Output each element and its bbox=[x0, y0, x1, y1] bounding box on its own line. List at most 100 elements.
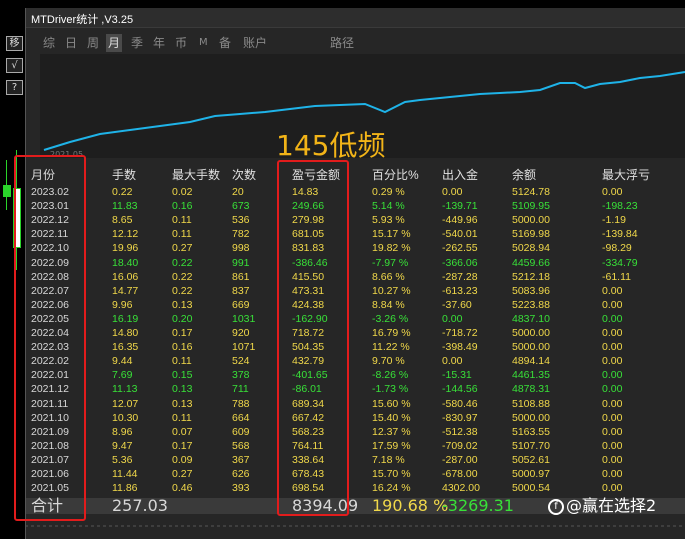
cell-float: 0.00 bbox=[602, 439, 623, 452]
table-row[interactable]: 2021.07 5.36 0.09 367 338.64 7.18 % -287.00 505… bbox=[26, 453, 685, 467]
cell-float: 0.00 bbox=[602, 397, 623, 410]
table-row[interactable]: 2021.09 8.96 0.07 609 568.23 12.37 % -512.38 51… bbox=[26, 425, 685, 439]
cell-flow: -718.72 bbox=[442, 327, 478, 339]
cell-pct: -3.26 % bbox=[372, 312, 409, 325]
window-title: MTDriver统计 ,V3.25 bbox=[31, 14, 134, 26]
cell-max: 0.16 bbox=[172, 341, 193, 354]
cell-pct: 8.84 % bbox=[372, 298, 405, 311]
tab-m[interactable]: M bbox=[197, 34, 210, 52]
cell-cnt: 626 bbox=[232, 468, 250, 480]
cell-cnt: 568 bbox=[232, 439, 250, 452]
table-row[interactable]: 2022.10 19.96 0.27 998 831.83 19.82 % -262.55 5… bbox=[26, 241, 685, 255]
col-max-drawdown[interactable]: 最大浮亏 bbox=[602, 168, 650, 182]
table-row[interactable]: 2022.12 8.65 0.11 536 279.98 5.93 % -449.96 500… bbox=[26, 213, 685, 227]
cell-lots: 16.35 bbox=[112, 341, 139, 354]
col-percent[interactable]: 百分比% bbox=[372, 168, 419, 182]
cell-max: 0.27 bbox=[172, 242, 193, 255]
table-row[interactable]: 2022.05 16.19 0.20 1031 -162.90 -3.26 % 0.00 48… bbox=[26, 312, 685, 326]
table-row[interactable]: 2022.03 16.35 0.16 1071 504.35 11.22 % -398.49… bbox=[26, 340, 685, 354]
table-row[interactable]: 2022.06 9.96 0.13 669 424.38 8.84 % -37.60 5223… bbox=[26, 298, 685, 312]
tab-month[interactable]: 月 bbox=[106, 34, 123, 52]
cell-lots: 18.40 bbox=[112, 256, 139, 269]
tab-currency[interactable]: 币 bbox=[173, 34, 189, 52]
cell-cnt: 920 bbox=[232, 327, 250, 339]
cell-cnt: 991 bbox=[232, 256, 250, 269]
cell-pct: -7.97 % bbox=[372, 256, 409, 269]
table-row[interactable]: 2022.04 14.80 0.17 920 718.72 16.79 % -718.72 5… bbox=[26, 326, 685, 340]
table-row[interactable]: 2021.12 11.13 0.13 711 -86.01 -1.73 % -144.56 4… bbox=[26, 382, 685, 396]
table-row[interactable]: 2021.10 10.30 0.11 664 667.42 15.40 % -830.97 5… bbox=[26, 411, 685, 425]
cell-lots: 10.30 bbox=[112, 411, 139, 424]
table-row[interactable]: 2022.08 16.06 0.22 861 415.50 8.66 % -287.28 52… bbox=[26, 270, 685, 284]
cell-flow: -398.49 bbox=[442, 341, 478, 354]
col-count[interactable]: 次数 bbox=[232, 168, 256, 182]
table-row[interactable]: 2023.01 11.83 0.16 673 249.66 5.14 % -139.71 51… bbox=[26, 199, 685, 213]
table-row[interactable]: 2022.11 12.12 0.11 782 681.05 15.17 % -540.01 5… bbox=[26, 227, 685, 241]
check-button[interactable]: √ bbox=[6, 58, 23, 73]
table-row[interactable]: 2022.02 9.44 0.11 524 432.79 9.70 % 0.00 4894.1… bbox=[26, 354, 685, 368]
cell-lots: 7.69 bbox=[112, 369, 133, 382]
cell-lots: 19.96 bbox=[112, 242, 139, 255]
table-row[interactable]: 2022.01 7.69 0.15 378 -401.65 -8.26 % -15.31 44… bbox=[26, 368, 685, 382]
cell-lots: 12.12 bbox=[112, 228, 139, 241]
table-row[interactable]: 2023.02 0.22 0.02 20 14.83 0.29 % 0.00 5124.78 0… bbox=[26, 185, 685, 199]
cell-flow: -37.60 bbox=[442, 298, 472, 311]
cell-lots: 14.80 bbox=[112, 327, 139, 339]
cell-flow: -287.00 bbox=[442, 453, 478, 466]
tab-year[interactable]: 年 bbox=[151, 34, 167, 52]
cell-lots: 14.77 bbox=[112, 284, 139, 297]
cell-bal: 5000.00 bbox=[512, 411, 550, 424]
cell-bal: 5000.00 bbox=[512, 341, 550, 354]
tab-account[interactable]: 账户 bbox=[241, 34, 269, 52]
cell-pct: 10.27 % bbox=[372, 284, 411, 297]
tab-backup[interactable]: 备 bbox=[217, 34, 233, 52]
table-row[interactable]: 2022.09 18.40 0.22 991 -386.46 -7.97 % -366.06… bbox=[26, 256, 685, 270]
move-button[interactable]: 移 bbox=[6, 36, 23, 51]
cell-max: 0.02 bbox=[172, 186, 193, 198]
cell-bal: 5223.88 bbox=[512, 298, 550, 311]
cell-lots: 8.65 bbox=[112, 214, 133, 227]
cell-cnt: 998 bbox=[232, 242, 250, 255]
cell-float: 0.00 bbox=[602, 383, 623, 396]
cell-bal: 5000.00 bbox=[512, 327, 550, 339]
cell-max: 0.22 bbox=[172, 284, 193, 297]
cell-cnt: 378 bbox=[232, 369, 250, 382]
tab-day[interactable]: 日 bbox=[63, 34, 79, 52]
cell-lots: 16.06 bbox=[112, 270, 139, 283]
tab-path[interactable]: 路径 bbox=[328, 34, 356, 52]
col-lots[interactable]: 手数 bbox=[112, 168, 136, 182]
col-deposit[interactable]: 出入金 bbox=[442, 168, 478, 182]
tab-week[interactable]: 周 bbox=[85, 34, 101, 52]
cell-float: -139.84 bbox=[602, 228, 638, 241]
col-max-lots[interactable]: 最大手数 bbox=[172, 168, 220, 182]
title-bar[interactable]: MTDriver统计 ,V3.25 bbox=[26, 8, 685, 28]
help-button[interactable]: ? bbox=[6, 80, 23, 95]
cell-float: -61.11 bbox=[602, 270, 631, 283]
cell-max: 0.11 bbox=[172, 411, 192, 424]
cell-flow: -139.71 bbox=[442, 200, 478, 213]
table-row[interactable]: 2021.11 12.07 0.13 788 689.34 15.60 % -580.46 5… bbox=[26, 397, 685, 411]
cell-cnt: 393 bbox=[232, 482, 250, 495]
cell-bal: 5124.78 bbox=[512, 186, 550, 198]
cell-float: 0.00 bbox=[602, 411, 623, 424]
cell-cnt: 1031 bbox=[232, 312, 256, 325]
tab-overview[interactable]: 综 bbox=[41, 34, 57, 52]
cell-cnt: 609 bbox=[232, 425, 250, 438]
cell-bal: 5000.97 bbox=[512, 468, 550, 480]
table-row[interactable]: 2021.08 9.47 0.17 568 764.11 17.59 % -709.02 51… bbox=[26, 439, 685, 453]
table-row[interactable]: 2022.07 14.77 0.22 837 473.31 10.27 % -613.23 5… bbox=[26, 284, 685, 298]
cell-cnt: 664 bbox=[232, 411, 250, 424]
cell-float: 0.00 bbox=[602, 327, 623, 339]
profit-column-highlight bbox=[277, 160, 349, 516]
cell-flow: -830.97 bbox=[442, 411, 478, 424]
cell-pct: 15.40 % bbox=[372, 411, 411, 424]
cell-float: 0.00 bbox=[602, 453, 623, 466]
tab-quarter[interactable]: 季 bbox=[129, 34, 145, 52]
table-row[interactable]: 2021.06 11.44 0.27 626 678.43 15.70 % -678.00 5… bbox=[26, 467, 685, 481]
overlay-title: 145低频 bbox=[276, 129, 386, 162]
cell-flow: -709.02 bbox=[442, 439, 478, 452]
col-balance[interactable]: 余额 bbox=[512, 168, 536, 182]
cell-cnt: 788 bbox=[232, 397, 250, 410]
cell-pct: 15.17 % bbox=[372, 228, 411, 241]
cell-pct: 15.70 % bbox=[372, 468, 411, 480]
